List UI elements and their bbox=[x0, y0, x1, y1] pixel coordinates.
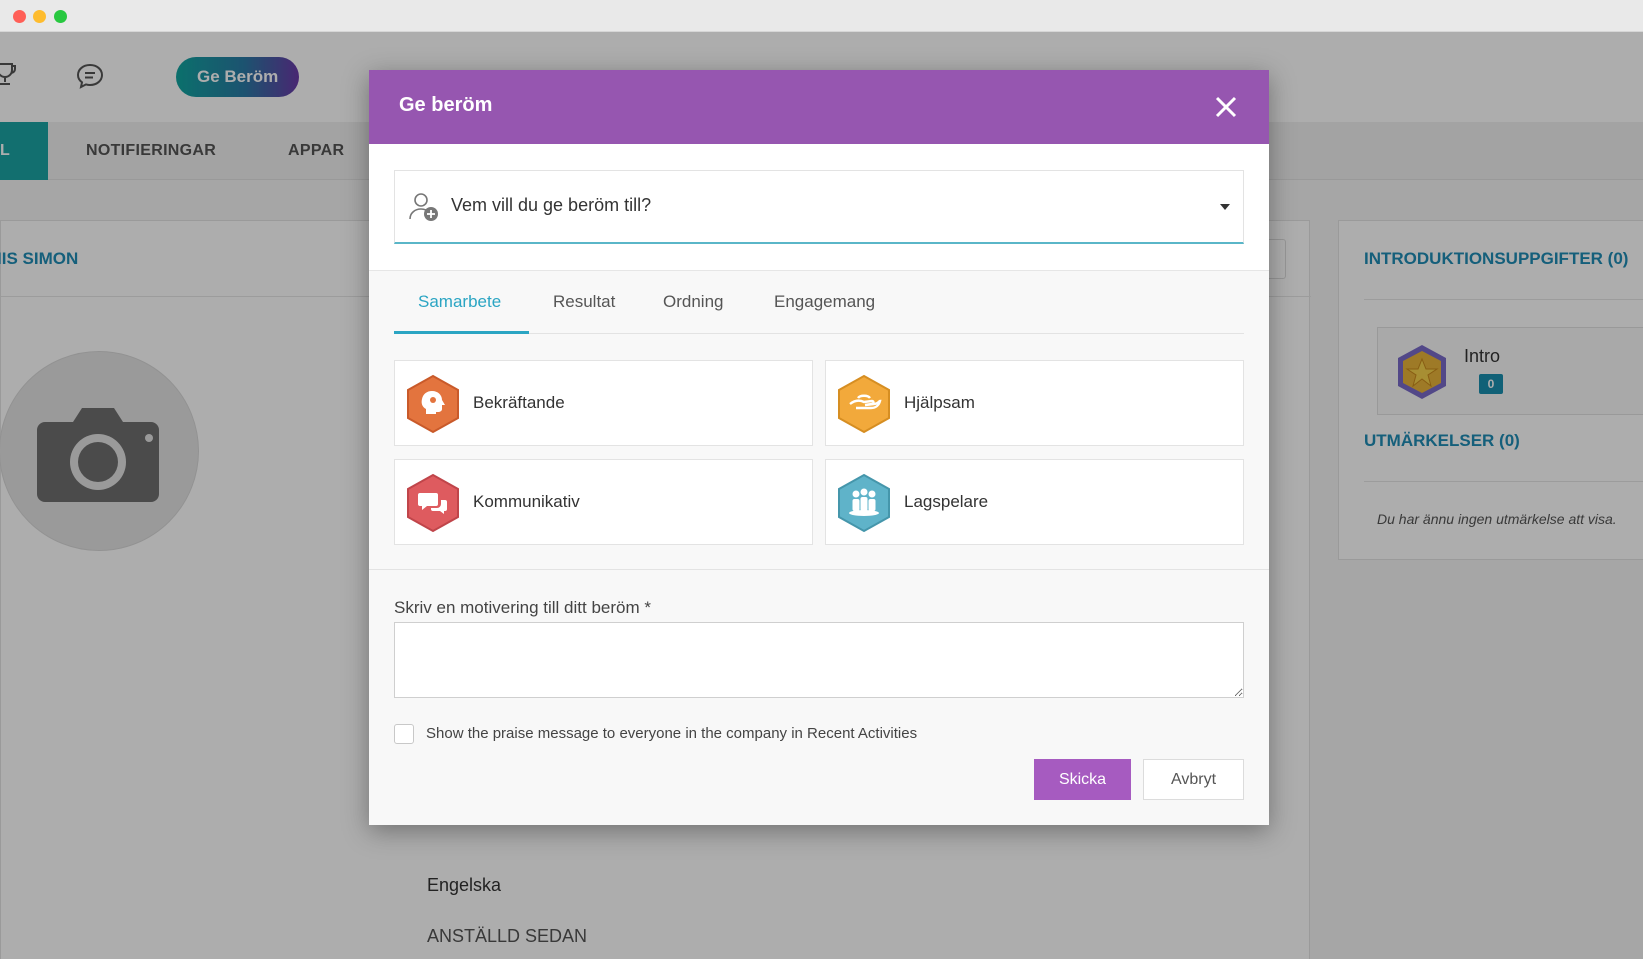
window-maximize-button[interactable] bbox=[54, 10, 67, 23]
tab-samarbete[interactable]: Samarbete bbox=[418, 270, 501, 334]
tab-engagemang[interactable]: Engagemang bbox=[774, 270, 875, 334]
speech-bubbles-icon bbox=[405, 473, 461, 538]
share-publicly-label[interactable]: Show the praise message to everyone in t… bbox=[426, 725, 917, 742]
team-icon bbox=[836, 473, 892, 538]
badge-option-hjalpsam[interactable]: Hjälpsam bbox=[825, 360, 1244, 446]
send-button[interactable]: Skicka bbox=[1034, 759, 1131, 800]
tab-ordning[interactable]: Ordning bbox=[663, 270, 723, 334]
badge-label: Lagspelare bbox=[904, 492, 989, 511]
window-titlebar bbox=[0, 0, 1643, 32]
share-publicly-checkbox[interactable] bbox=[394, 724, 414, 744]
active-tab-indicator bbox=[394, 331, 529, 334]
dialog-header: Ge beröm bbox=[369, 70, 1269, 144]
divider bbox=[369, 569, 1269, 570]
badge-label: Kommunikativ bbox=[473, 492, 580, 511]
chevron-down-icon[interactable] bbox=[1220, 204, 1230, 210]
tab-resultat[interactable]: Resultat bbox=[553, 270, 615, 334]
motivation-label: Skriv en motivering till ditt beröm * bbox=[394, 598, 651, 617]
dialog-title: Ge beröm bbox=[399, 94, 493, 116]
badge-label: Bekräftande bbox=[473, 393, 565, 412]
badge-option-kommunikativ[interactable]: Kommunikativ bbox=[394, 459, 813, 545]
window-close-button[interactable] bbox=[13, 10, 26, 23]
badge-option-bekraftande[interactable]: Bekräftande bbox=[394, 360, 813, 446]
motivation-textarea[interactable] bbox=[394, 622, 1244, 698]
badge-label: Hjälpsam bbox=[904, 393, 975, 412]
category-tabs: Samarbete Resultat Ordning Engagemang bbox=[394, 270, 1244, 334]
close-icon[interactable] bbox=[1211, 92, 1241, 122]
helping-hand-icon bbox=[836, 374, 892, 439]
recipient-placeholder: Vem vill du ge beröm till? bbox=[451, 195, 652, 215]
give-praise-dialog: Ge beröm Vem vill du ge beröm till? Sama… bbox=[369, 70, 1269, 825]
add-user-icon bbox=[408, 191, 440, 228]
window-minimize-button[interactable] bbox=[33, 10, 46, 23]
cancel-button[interactable]: Avbryt bbox=[1143, 759, 1244, 800]
recipient-select[interactable]: Vem vill du ge beröm till? bbox=[394, 170, 1244, 244]
head-icon bbox=[405, 374, 461, 439]
badge-option-lagspelare[interactable]: Lagspelare bbox=[825, 459, 1244, 545]
